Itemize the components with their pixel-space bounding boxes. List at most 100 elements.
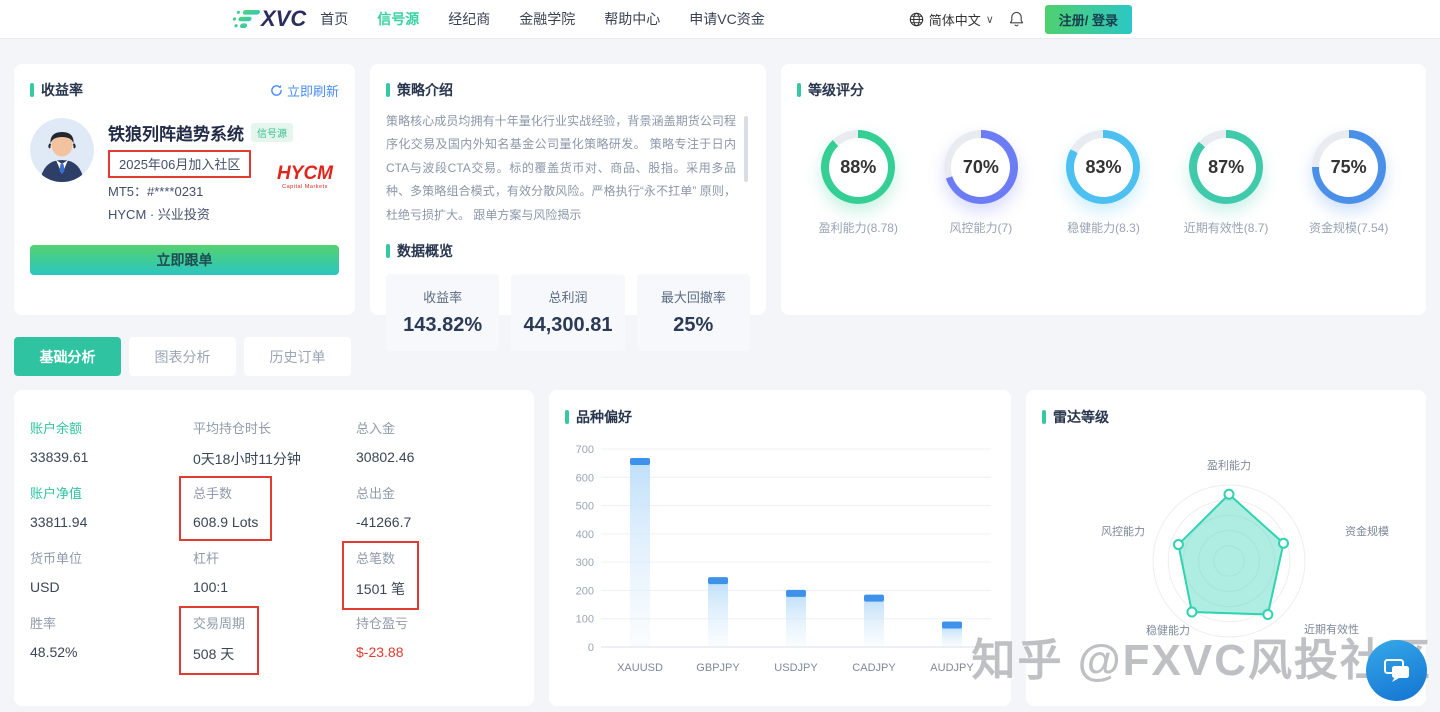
hycm-logo[interactable]: HYCM Capital Markets <box>277 164 333 191</box>
section-bar <box>30 83 34 97</box>
svg-text:600: 600 <box>576 472 594 484</box>
svg-text:200: 200 <box>576 585 594 597</box>
fxvc-logo[interactable]: XVC <box>232 6 306 32</box>
refresh-link[interactable]: 立即刷新 <box>270 81 339 100</box>
section-title-radar: 雷达等级 <box>1042 407 1410 427</box>
section-title-strategy: 策略介绍 <box>386 80 750 100</box>
stat-label: 货币单位 <box>30 548 193 567</box>
rating-gauge: 87% 近期有效性(8.7) <box>1166 130 1286 236</box>
gauge-percent: 75% <box>1319 138 1378 197</box>
stat-label: 杠杆 <box>193 548 356 567</box>
stat-cell: 货币单位 USD <box>30 548 193 613</box>
svg-text:0: 0 <box>588 642 594 654</box>
strategy-description: 策略核心成员均拥有十年量化行业实战经验，背景涵盖期货公司程序化交易及国内外知名基… <box>386 110 736 227</box>
gauge-label: 资金规模(7.54) <box>1309 219 1388 236</box>
rating-gauge: 75% 资金规模(7.54) <box>1289 130 1409 236</box>
stat-value: 33811.94 <box>30 514 193 530</box>
signal-profile-card: 收益率 立即刷新 <box>14 64 355 315</box>
stat-value: 508 天 <box>193 644 245 664</box>
nav-item-4[interactable]: 金融学院 <box>519 9 575 29</box>
stat-label: 账户净值 <box>30 483 193 502</box>
svg-text:风控能力: 风控能力 <box>1101 524 1145 538</box>
section-bar <box>386 83 390 97</box>
main-nav: 首页 信号源 经纪商 金融学院 帮助中心 申请VC资金 <box>320 9 764 29</box>
gauge-label: 盈利能力(8.78) <box>819 219 898 236</box>
refresh-label: 立即刷新 <box>287 81 339 100</box>
section-bar <box>565 410 569 424</box>
svg-text:GBPJPY: GBPJPY <box>696 662 740 674</box>
stat-cell: 交易周期508 天 <box>193 613 356 678</box>
stat-cell: 平均持仓时长 0天18小时11分钟 <box>193 418 356 483</box>
section-title-text: 策略介绍 <box>397 80 453 100</box>
gauge-label: 稳健能力(8.3) <box>1067 219 1140 236</box>
nav-item-5[interactable]: 帮助中心 <box>604 9 660 29</box>
gauge-label: 风控能力(7) <box>950 219 1013 236</box>
nav-item-6[interactable]: 申请VC资金 <box>689 9 764 29</box>
chevron-down-icon: ∨ <box>986 13 994 26</box>
section-bar <box>797 83 801 97</box>
stat-value: 1501 笔 <box>356 579 405 599</box>
svg-text:700: 700 <box>576 444 594 456</box>
gauge-ring: 87% <box>1189 130 1263 204</box>
section-title-yield: 收益率 <box>30 80 83 100</box>
section-bar <box>386 244 390 258</box>
top-navbar: XVC 首页信号源经纪商金融学院帮助中心申请VC资金 简体中文 ∨ 注册 <box>0 0 1440 38</box>
register-login-button[interactable]: 注册/ 登录 <box>1045 5 1132 34</box>
stat-value: 48.52% <box>30 644 193 660</box>
overview-stat: 最大回撤率25% <box>637 274 750 351</box>
svg-text:100: 100 <box>576 614 594 626</box>
overview-stat-label: 总利润 <box>515 287 620 306</box>
symbol-preference-bar-chart: 0100200300400500600700XAUUSDGBPJPYUSDJPY… <box>565 435 995 703</box>
section-title-symbols: 品种偏好 <box>565 407 995 427</box>
tab-1[interactable]: 基础分析 <box>14 337 121 376</box>
stat-cell: 账户余额33839.61 <box>30 418 193 483</box>
stat-cell: 总入金30802.46 <box>356 418 518 483</box>
stat-label: 平均持仓时长 <box>193 418 356 437</box>
gauge-ring: 88% <box>821 130 895 204</box>
fxvc-logo-icon <box>232 7 260 31</box>
data-overview-row: 收益率 143.82% 总利润 44,300.81 最大回撤率25% <box>386 274 750 351</box>
gauge-label: 近期有效性(8.7) <box>1184 219 1269 236</box>
chat-bubble-icon <box>1382 657 1412 685</box>
stat-value: 608.9 Lots <box>193 514 258 530</box>
stat-value: 100:1 <box>193 579 356 595</box>
overview-stat-label: 收益率 <box>390 287 495 306</box>
broker-name: HYCM · 兴业投资 <box>108 204 293 227</box>
gauge-percent: 87% <box>1197 138 1256 197</box>
follow-now-button[interactable]: 立即跟单 <box>30 245 339 275</box>
language-selector[interactable]: 简体中文 ∨ <box>909 10 994 29</box>
tab-2[interactable]: 图表分析 <box>129 337 236 376</box>
stat-value: USD <box>30 579 193 595</box>
svg-text:400: 400 <box>576 529 594 541</box>
overview-stat-label: 最大回撤率 <box>641 287 746 306</box>
gauge-percent: 83% <box>1074 138 1133 197</box>
stat-value: 30802.46 <box>356 449 518 465</box>
tab-3[interactable]: 历史订单 <box>244 337 351 376</box>
svg-text:资金规模: 资金规模 <box>1345 524 1389 538</box>
gauge-ring: 83% <box>1066 130 1140 204</box>
hycm-logo-text: HYCM <box>277 164 333 183</box>
stat-cell: 总出金-41266.7 <box>356 483 518 548</box>
overview-stat-value: 143.82% <box>390 314 495 337</box>
overview-stat-value: 44,300.81 <box>515 314 620 337</box>
chat-support-button[interactable] <box>1366 640 1427 701</box>
language-label: 简体中文 <box>929 10 981 29</box>
rating-card: 等级评分 88%盈利能力(8.78)70%风控能力(7)83%稳健能力(8.3)… <box>781 64 1426 315</box>
stat-cell: 持仓盈亏$-23.88 <box>356 613 518 678</box>
stat-value: 0天18小时11分钟 <box>193 449 356 469</box>
section-title-text: 雷达等级 <box>1053 407 1109 427</box>
stat-value: 33839.61 <box>30 449 193 465</box>
nav-item-3[interactable]: 经纪商 <box>448 9 490 29</box>
stat-label: 总手数 <box>193 483 258 502</box>
overview-stat: 总利润 44,300.81 <box>511 274 624 351</box>
description-scrollbar[interactable] <box>744 116 748 182</box>
rating-gauge: 88% 盈利能力(8.78) <box>798 130 918 236</box>
nav-item-1[interactable]: 首页 <box>320 9 348 29</box>
svg-text:稳健能力: 稳健能力 <box>1146 623 1190 637</box>
symbol-preference-panel: 品种偏好 0100200300400500600700XAUUSDGBPJPYU… <box>549 390 1011 706</box>
notification-bell-icon[interactable] <box>1009 11 1024 27</box>
svg-text:XAUUSD: XAUUSD <box>617 662 663 674</box>
join-date-highlight: 2025年06月加入社区 <box>108 150 251 178</box>
nav-item-2[interactable]: 信号源 <box>377 9 419 29</box>
logo-text: XVC <box>261 6 306 32</box>
